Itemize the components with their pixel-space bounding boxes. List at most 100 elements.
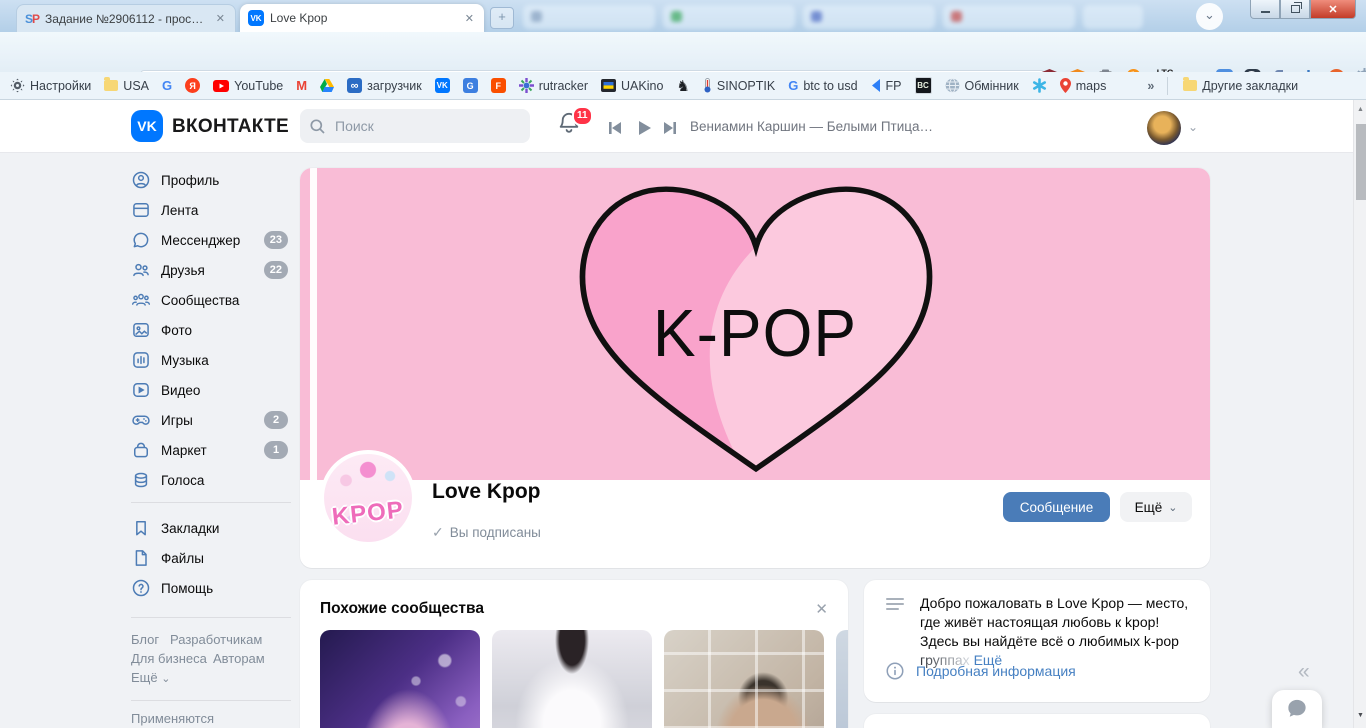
restore-button[interactable]	[1280, 0, 1310, 19]
tab-task[interactable]: SP Задание №2906112 - просмотр з ✕	[16, 4, 236, 32]
gear-icon	[10, 78, 25, 93]
search-input[interactable]	[333, 117, 507, 135]
new-tab-button[interactable]: +	[490, 7, 514, 29]
sidebar-label: Профиль	[161, 172, 220, 188]
bookmark-google[interactable]: G	[162, 78, 172, 93]
scrollbar-up-icon[interactable]: ▲	[1354, 106, 1366, 113]
bookmark-maps[interactable]: maps	[1059, 78, 1107, 93]
close-icon[interactable]: ✕	[815, 600, 828, 618]
sidebar-item-profile[interactable]: Профиль	[118, 165, 290, 195]
communities-icon	[131, 293, 151, 306]
bookmark-obminnik[interactable]: Обмінник	[945, 78, 1019, 93]
notifications-button[interactable]: 11	[556, 106, 593, 144]
google-icon: G	[788, 78, 799, 93]
bookmarks-overflow-chevron[interactable]: »	[1147, 79, 1154, 93]
sidebar-label: Мессенджер	[161, 232, 241, 248]
sidebar-item-feed[interactable]: Лента	[118, 195, 290, 225]
bookmark-chess[interactable]: ♞	[676, 77, 689, 95]
sidebar-label: Маркет	[161, 442, 207, 458]
bookmark-yandex[interactable]: Я	[185, 78, 201, 93]
player-prev-icon[interactable]	[607, 121, 623, 135]
bookmark-label: Настройки	[30, 78, 92, 93]
minimize-button[interactable]	[1250, 0, 1280, 19]
sidebar-item-bookmarks[interactable]: Закладки	[118, 513, 290, 543]
tab-close-icon[interactable]: ✕	[463, 12, 476, 25]
gamepad-icon	[132, 415, 150, 425]
bookmark-rutracker[interactable]: rutracker	[518, 78, 588, 93]
bookmark-folder-usa[interactable]: USA	[104, 77, 149, 93]
bookmark-kyivstar[interactable]	[1032, 78, 1047, 93]
bookmark-f-site[interactable]: F	[490, 78, 506, 93]
bookmark-icon	[136, 521, 146, 536]
sidebar-label: Помощь	[161, 580, 214, 596]
bookmark-fp[interactable]: FP	[871, 79, 902, 93]
bookmark-youtube[interactable]: YouTube	[213, 79, 283, 93]
tab-close-icon[interactable]: ✕	[214, 12, 227, 25]
message-button[interactable]: Сообщение	[1003, 492, 1110, 522]
bookmark-zagruzchik[interactable]: ∞ загрузчик	[347, 78, 422, 93]
bookmark-blue-app[interactable]: G	[462, 78, 478, 93]
detailed-info-link[interactable]: Подробная информация	[916, 663, 1076, 679]
bookmark-sinoptik[interactable]: SINOPTIK	[703, 78, 775, 93]
detailed-info-row[interactable]: Подробная информация	[886, 662, 1076, 680]
footer-link-more[interactable]: Ещё ⌄	[131, 670, 170, 685]
bookmark-vk[interactable]: VK	[434, 78, 450, 93]
close-button[interactable]: ✕	[1310, 0, 1356, 19]
vk-wordmark[interactable]: ВКОНТАКТЕ	[172, 116, 289, 138]
bookmark-label: maps	[1075, 78, 1107, 93]
tab-love-kpop[interactable]: VK Love Kpop ✕	[240, 4, 484, 32]
f-icon: F	[490, 78, 506, 93]
user-menu-chevron-icon[interactable]: ⌄	[1188, 120, 1198, 134]
sidebar-item-photos[interactable]: Фото	[118, 315, 290, 345]
sidebar-item-friends[interactable]: Друзья 22	[118, 255, 290, 285]
page-scrollbar[interactable]: ▲ ▼	[1353, 100, 1366, 728]
sidebar-item-video[interactable]: Видео	[118, 375, 290, 405]
video-icon	[133, 383, 149, 397]
vk-logo[interactable]: VK	[131, 110, 163, 142]
sidebar-item-games[interactable]: Игры 2	[118, 405, 290, 435]
sidebar-item-voices[interactable]: Голоса	[118, 465, 290, 495]
tab-list-chevron-icon[interactable]: ⌄	[1196, 3, 1223, 30]
similar-community-thumbnail[interactable]	[664, 630, 824, 728]
music-icon	[133, 352, 149, 368]
sidebar-item-music[interactable]: Музыка	[118, 345, 290, 375]
profile-icon	[132, 171, 150, 189]
bookmark-btc-to-usd[interactable]: Gbtc to usd	[788, 78, 857, 93]
player-play-icon[interactable]	[637, 120, 652, 136]
footer-link-business[interactable]: Для бизнеса	[131, 651, 207, 666]
sidebar-item-messenger[interactable]: Мессенджер 23	[118, 225, 290, 255]
other-bookmarks[interactable]: Другие закладки	[1183, 77, 1299, 93]
similar-community-thumbnail[interactable]	[492, 630, 652, 728]
bookmark-label: Другие закладки	[1202, 78, 1299, 93]
group-avatar[interactable]: KPOP	[320, 450, 416, 546]
bookmark-drive[interactable]	[320, 79, 335, 92]
sidebar-item-files[interactable]: Файлы	[118, 543, 290, 573]
maps-pin-icon	[1059, 78, 1071, 93]
search-box[interactable]	[300, 109, 530, 143]
sidebar-item-market[interactable]: Маркет 1	[118, 435, 290, 465]
footer-link-blog[interactable]: Блог	[131, 632, 159, 647]
bookmark-label: Обмінник	[964, 78, 1019, 93]
browser-tab-bar: SP Задание №2906112 - просмотр з ✕ VK Lo…	[0, 0, 1366, 32]
friends-badge: 22	[263, 261, 288, 279]
bookmarks-bar: Настройки USA G Я YouTube M ∞ загрузчик V…	[0, 72, 1366, 100]
user-avatar[interactable]	[1147, 111, 1181, 145]
bookmark-bc[interactable]: BC	[914, 77, 932, 94]
sidebar-item-communities[interactable]: Сообщества	[118, 285, 290, 315]
group-more-button[interactable]: Ещё ⌄	[1120, 492, 1192, 522]
sidebar-item-help[interactable]: Помощь	[118, 573, 290, 603]
chat-widget-button[interactable]	[1272, 690, 1322, 728]
bookmark-settings[interactable]: Настройки	[10, 78, 91, 93]
footer-link-developers[interactable]: Разработчикам	[170, 632, 262, 647]
scrollbar-thumb[interactable]	[1355, 124, 1366, 200]
similar-community-thumbnail[interactable]	[836, 630, 848, 728]
scrollbar-down-icon[interactable]: ▼	[1354, 712, 1366, 719]
now-playing-track[interactable]: Вениамин Каршин — Белыми Птица…	[690, 119, 933, 134]
description-text: Добро пожаловать в Love Kpop — место, гд…	[920, 595, 1189, 649]
similar-community-thumbnail[interactable]	[320, 630, 480, 728]
player-next-icon[interactable]	[662, 121, 678, 135]
bookmark-uakino[interactable]: UAKino	[601, 79, 663, 93]
collapse-chevrons-icon[interactable]: «	[1298, 660, 1310, 684]
footer-link-authors[interactable]: Авторам	[213, 651, 265, 666]
bookmark-gmail[interactable]: M	[296, 78, 307, 93]
